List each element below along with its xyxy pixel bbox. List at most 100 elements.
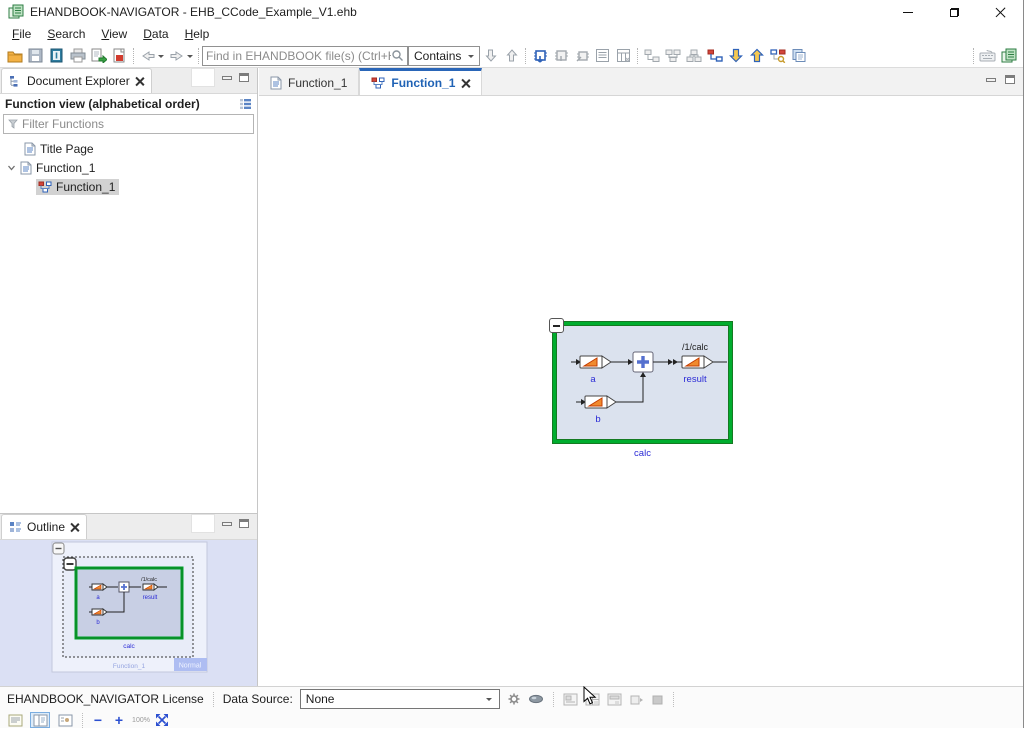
minimize-icon[interactable] xyxy=(986,78,996,82)
data-source-dropdown[interactable]: None xyxy=(300,689,500,709)
outline-header: Outline xyxy=(0,514,257,540)
menu-file[interactable]: File xyxy=(4,25,39,43)
view-toolbar-button[interactable] xyxy=(191,68,215,87)
maximize-icon[interactable] xyxy=(239,519,249,528)
outline-page-label: Function_1 xyxy=(113,663,146,670)
collapse-button[interactable] xyxy=(549,318,564,333)
tab-document-explorer[interactable]: Document Explorer xyxy=(1,68,152,93)
pdf-export-button[interactable] xyxy=(109,45,130,67)
model-search-button[interactable] xyxy=(767,45,788,67)
maximize-icon[interactable] xyxy=(239,73,249,82)
save-icon xyxy=(28,48,43,63)
open-file-button[interactable] xyxy=(4,45,25,67)
forward-button[interactable] xyxy=(166,45,187,67)
filter-input[interactable] xyxy=(22,117,249,131)
function-tree: Title Page Function_1 Function_1 xyxy=(0,134,257,196)
mouse-cursor xyxy=(583,686,597,706)
copy-button[interactable] xyxy=(788,45,809,67)
scroll-up-button[interactable] xyxy=(501,45,522,67)
menu-search[interactable]: Search xyxy=(39,25,93,43)
ecu-next-button[interactable] xyxy=(571,45,592,67)
close-icon[interactable] xyxy=(135,77,144,86)
stop-icon[interactable] xyxy=(651,693,664,706)
chip-gray-icon xyxy=(553,48,569,64)
experiment-window-icon[interactable] xyxy=(607,693,622,706)
close-button[interactable] xyxy=(977,0,1023,24)
forward-dropdown[interactable] xyxy=(187,55,193,61)
input-b-label: b xyxy=(595,414,600,425)
minimize-icon xyxy=(903,12,913,13)
selected-tree-item[interactable]: Function_1 xyxy=(36,179,119,195)
restore-button[interactable] xyxy=(931,0,977,24)
structure-level-button[interactable] xyxy=(683,45,704,67)
left-panel-area: Document Explorer Function view (alphabe… xyxy=(0,68,258,686)
zoom-reset-button[interactable]: 100% xyxy=(132,717,150,724)
save-button[interactable] xyxy=(25,45,46,67)
ecu-prev-button[interactable] xyxy=(550,45,571,67)
outline-mini-diagram: /1/calc a b result calc Function_1 Norma… xyxy=(0,540,258,686)
output-path-label: /1/calc xyxy=(682,342,709,352)
find-input[interactable] xyxy=(206,49,391,63)
tree-item-label: Function_1 xyxy=(36,161,95,175)
search-icon xyxy=(391,49,404,62)
scroll-down-button[interactable] xyxy=(480,45,501,67)
fit-to-screen-icon[interactable] xyxy=(155,713,169,727)
view-menu-icon[interactable] xyxy=(239,98,252,110)
zoom-out-button[interactable]: − xyxy=(90,712,106,728)
list-view-button[interactable] xyxy=(592,45,613,67)
back-dropdown[interactable] xyxy=(158,55,164,61)
interactive-model-button[interactable] xyxy=(704,45,725,67)
eye-icon[interactable] xyxy=(528,693,544,705)
structure-expand-button[interactable] xyxy=(662,45,683,67)
record-icon[interactable] xyxy=(629,693,644,706)
tree-item-function-1[interactable]: Function_1 xyxy=(0,158,257,177)
tab-function-1-document[interactable]: Function_1 xyxy=(259,68,359,95)
menu-view[interactable]: View xyxy=(93,25,135,43)
close-icon[interactable] xyxy=(461,79,470,88)
structure-collapse-button[interactable] xyxy=(641,45,662,67)
filter-box xyxy=(3,114,254,134)
minimize-icon[interactable] xyxy=(222,76,232,80)
toolbar-separator xyxy=(637,48,638,64)
table-view-button[interactable] xyxy=(613,45,634,67)
model-canvas[interactable]: + /1/calc a b xyxy=(259,96,1023,685)
model-view-toggle[interactable] xyxy=(55,712,75,728)
chip-gray-icon xyxy=(574,48,590,64)
calc-block-diagram[interactable]: + /1/calc a b xyxy=(549,318,739,466)
tree-item-function-1-model[interactable]: Function_1 xyxy=(0,177,257,196)
chevron-down-icon[interactable] xyxy=(7,163,16,172)
split-view-toggle[interactable] xyxy=(30,712,50,728)
calc-block[interactable]: + /1/calc a b xyxy=(553,322,732,443)
zoom-in-button[interactable]: + xyxy=(111,712,127,728)
ehandbook-manager-button[interactable] xyxy=(998,45,1019,67)
minimize-button[interactable] xyxy=(885,0,931,24)
outline-thumbnail[interactable]: /1/calc a b result calc Function_1 Norma… xyxy=(0,540,257,686)
gear-icon[interactable] xyxy=(507,692,521,706)
editor-tab-bar: Function_1 Function_1 xyxy=(259,68,1023,96)
handbook-info-button[interactable] xyxy=(46,45,67,67)
contains-dropdown[interactable]: Contains xyxy=(408,46,480,66)
document-icon xyxy=(24,142,36,156)
tab-outline[interactable]: Outline xyxy=(1,514,87,539)
menu-data[interactable]: Data xyxy=(135,25,176,43)
tab-function-1-model[interactable]: Function_1 xyxy=(359,68,482,95)
document-explorer-panel: Document Explorer Function view (alphabe… xyxy=(0,68,257,514)
outline-output-label: result xyxy=(143,595,158,601)
calibration-keyboard-button[interactable] xyxy=(977,45,998,67)
maximize-icon[interactable] xyxy=(1005,75,1015,84)
text-view-toggle[interactable] xyxy=(5,712,25,728)
experiment-layout-icon[interactable] xyxy=(563,693,578,706)
export-data-button[interactable] xyxy=(746,45,767,67)
tree-item-title-page[interactable]: Title Page xyxy=(0,139,257,158)
tab-label: Function_1 xyxy=(288,76,347,90)
minimize-icon[interactable] xyxy=(222,522,232,526)
print-button[interactable] xyxy=(67,45,88,67)
close-icon[interactable] xyxy=(70,523,79,532)
view-toolbar-button[interactable] xyxy=(191,514,215,533)
menu-help[interactable]: Help xyxy=(177,25,218,43)
export-button[interactable] xyxy=(88,45,109,67)
back-button[interactable] xyxy=(137,45,158,67)
function-view-header: Function view (alphabetical order) xyxy=(0,94,257,113)
ecu-structure-button[interactable] xyxy=(529,45,550,67)
import-data-button[interactable] xyxy=(725,45,746,67)
